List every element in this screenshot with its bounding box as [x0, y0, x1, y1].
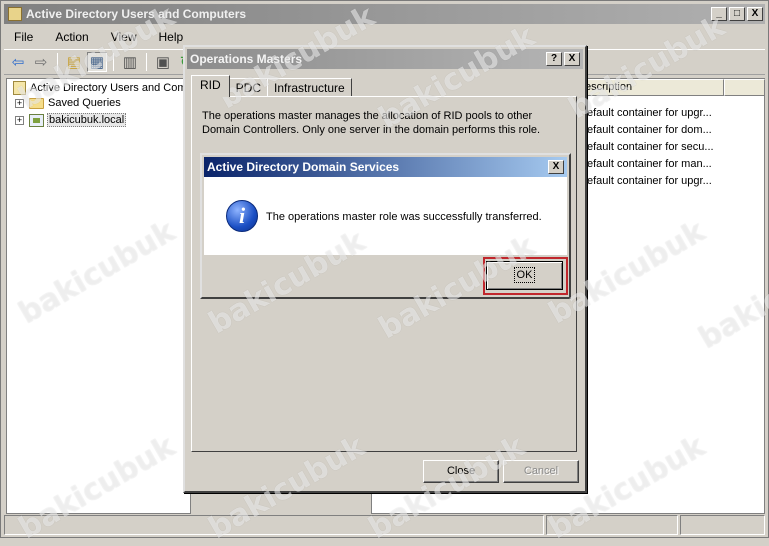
statusbar — [4, 515, 765, 535]
ops-tabs: RID PDC Infrastructure — [191, 75, 352, 97]
close-dialog-button[interactable]: Close — [423, 460, 499, 483]
expand-icon[interactable]: + — [15, 98, 24, 108]
toolbar-separator — [146, 53, 147, 71]
ok-button[interactable]: OK — [486, 261, 563, 290]
back-arrow-icon[interactable]: ⇦ — [8, 52, 28, 72]
status-segment — [546, 515, 678, 535]
ops-titlebar: Operations Masters ? X — [187, 49, 583, 69]
menu-action[interactable]: Action — [45, 30, 100, 44]
tree-item-domain[interactable]: + bakicubuk.local — [15, 113, 127, 127]
msg-title: Active Directory Domain Services — [207, 160, 400, 174]
msg-body: i The operations master role was success… — [204, 177, 567, 255]
app-icon — [8, 7, 22, 21]
list-item[interactable]: efault container for upgr... — [587, 107, 712, 119]
ops-dialog-title: Operations Masters — [190, 52, 303, 66]
list-item[interactable]: efault container for dom... — [587, 124, 712, 136]
ops-description: The operations master manages the alloca… — [202, 110, 541, 136]
menu-file[interactable]: File — [4, 30, 45, 44]
expand-icon[interactable]: + — [15, 115, 24, 125]
toolbar-separator — [113, 53, 114, 71]
tree-item-label: Saved Queries — [48, 97, 121, 109]
msg-text: The operations master role was successfu… — [266, 211, 542, 223]
tree-root[interactable]: Active Directory Users and Com — [13, 81, 187, 95]
window-title: Active Directory Users and Computers — [26, 7, 247, 21]
menu-help[interactable]: Help — [149, 30, 196, 44]
ops-close-button[interactable]: X — [564, 52, 580, 66]
main-titlebar: Active Directory Users and Computers _ □… — [4, 4, 765, 24]
ok-label: OK — [513, 267, 536, 283]
column-header-description[interactable]: escription — [580, 79, 724, 96]
status-segment — [4, 515, 544, 535]
export-list-icon[interactable]: ▣ — [153, 52, 173, 72]
maximize-button[interactable]: □ — [729, 7, 745, 21]
msg-titlebar: Active Directory Domain Services X — [204, 157, 567, 177]
console-root-icon — [13, 81, 26, 95]
tree-root-label: Active Directory Users and Com — [30, 82, 187, 94]
forward-arrow-icon[interactable]: ⇨ — [31, 52, 51, 72]
domain-icon — [29, 113, 44, 127]
help-button[interactable]: ? — [546, 52, 562, 66]
cancel-button[interactable]: Cancel — [503, 460, 579, 483]
menubar: File Action View Help — [4, 27, 195, 47]
tree-item-saved-queries[interactable]: + Saved Queries — [15, 97, 121, 109]
properties-icon[interactable]: ▥ — [120, 52, 140, 72]
tab-pdc[interactable]: PDC — [228, 78, 269, 97]
status-segment — [680, 515, 765, 535]
msg-close-button[interactable]: X — [548, 160, 564, 174]
close-button[interactable]: X — [747, 7, 763, 21]
up-folder-icon[interactable]: ▤ — [64, 52, 84, 72]
tree-item-label: bakicubuk.local — [47, 113, 127, 127]
list-item[interactable]: efault container for upgr... — [587, 175, 712, 187]
ad-domain-services-message-box: Active Directory Domain Services X i The… — [200, 153, 571, 299]
tab-rid[interactable]: RID — [191, 75, 230, 97]
menu-view[interactable]: View — [101, 30, 149, 44]
minimize-button[interactable]: _ — [711, 7, 727, 21]
list-item[interactable]: efault container for man... — [587, 158, 712, 170]
folder-icon — [29, 97, 44, 109]
list-item[interactable]: efault container for secu... — [587, 141, 714, 153]
show-console-tree-icon[interactable]: ▦ — [87, 52, 107, 72]
tab-infrastructure[interactable]: Infrastructure — [267, 78, 352, 97]
column-header-blank[interactable] — [724, 79, 765, 96]
toolbar-separator — [57, 53, 58, 71]
info-icon: i — [226, 200, 258, 232]
console-tree[interactable]: Active Directory Users and Com + Saved Q… — [6, 78, 191, 514]
